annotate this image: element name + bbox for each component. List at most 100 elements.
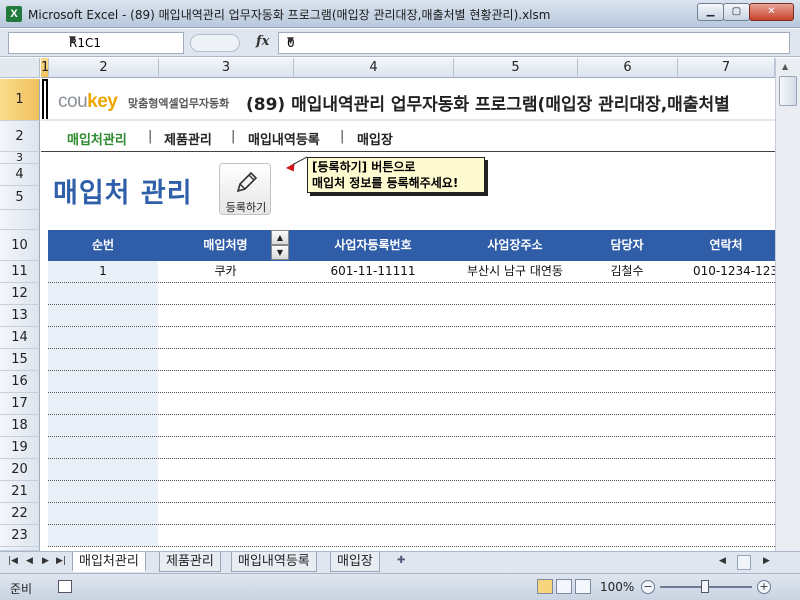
minimize-button[interactable]: ▁ bbox=[697, 3, 724, 21]
column-header[interactable]: 4 bbox=[294, 58, 454, 78]
column-header[interactable]: 3 bbox=[159, 58, 294, 78]
formula-input[interactable]: 0 ▼ bbox=[278, 32, 790, 54]
scroll-right-icon[interactable]: ▶ bbox=[763, 556, 770, 566]
column-header[interactable]: 2 bbox=[49, 58, 159, 78]
sheet-tab-bar: |◀ ◀ ▶ ▶| 매입처관리 제품관리 매입내역등록 매입장 ✚ ◀ ▶ bbox=[0, 551, 800, 573]
brand-tagline: 맞춤형엑셀업무자동화 bbox=[128, 97, 230, 110]
sheet-tab-vendor[interactable]: 매입처관리 bbox=[72, 552, 146, 572]
table-row[interactable] bbox=[48, 305, 775, 327]
select-all-corner[interactable] bbox=[0, 58, 40, 78]
close-button[interactable]: ✕ bbox=[749, 3, 794, 21]
comment-indicator-icon bbox=[285, 162, 299, 175]
row-header[interactable]: 22 bbox=[0, 503, 40, 525]
table-row[interactable] bbox=[48, 393, 775, 415]
prev-sheet-icon[interactable]: ◀ bbox=[26, 556, 33, 566]
zoom-out-icon[interactable]: − bbox=[641, 580, 655, 594]
normal-view-icon[interactable] bbox=[537, 579, 553, 594]
page-layout-view-icon[interactable] bbox=[556, 579, 572, 594]
scroll-thumb[interactable] bbox=[737, 555, 751, 570]
row-header[interactable]: 15 bbox=[0, 349, 40, 371]
row-header[interactable]: 14 bbox=[0, 327, 40, 349]
menu-item-ledger[interactable]: 매입장 bbox=[357, 129, 393, 148]
sheet-tab-purchase-entry[interactable]: 매입내역등록 bbox=[231, 552, 317, 572]
column-header[interactable]: 6 bbox=[578, 58, 678, 78]
row-header[interactable]: 10 bbox=[0, 230, 40, 261]
table-row[interactable] bbox=[48, 371, 775, 393]
menu-separator: | bbox=[148, 129, 153, 144]
table-row[interactable] bbox=[48, 415, 775, 437]
row-header[interactable]: 13 bbox=[0, 305, 40, 327]
macro-record-icon[interactable] bbox=[58, 580, 72, 593]
table-row[interactable] bbox=[48, 503, 775, 525]
row-header[interactable]: 12 bbox=[0, 283, 40, 305]
menu-item-product[interactable]: 제품관리 bbox=[164, 129, 212, 148]
row-header[interactable]: 3 bbox=[0, 151, 40, 164]
sort-spinner[interactable]: ▲ ▼ bbox=[271, 230, 289, 261]
comment-note: [등록하기] 버튼으로 매입처 정보를 등록해주세요! bbox=[307, 157, 485, 193]
column-header[interactable]: 5 bbox=[454, 58, 578, 78]
table-row[interactable] bbox=[48, 349, 775, 371]
formula-controls: fx bbox=[190, 32, 276, 54]
menu-separator: | bbox=[231, 129, 236, 144]
maximize-button[interactable]: ▢ bbox=[723, 3, 750, 21]
formula-expand-handle[interactable] bbox=[190, 34, 240, 52]
zoom-in-icon[interactable]: + bbox=[757, 580, 771, 594]
vertical-scrollbar[interactable]: ▲ bbox=[775, 58, 800, 551]
row-header[interactable]: 16 bbox=[0, 371, 40, 393]
row-header[interactable]: 19 bbox=[0, 437, 40, 459]
last-sheet-icon[interactable]: ▶| bbox=[56, 556, 66, 566]
cell-vendor: 쿠카 bbox=[214, 264, 237, 278]
worksheet[interactable]: coukey 맞춤형엑셀업무자동화 (89) 매입내역관리 업무자동화 프로그램… bbox=[41, 79, 775, 551]
scroll-left-icon[interactable]: ◀ bbox=[719, 556, 726, 566]
row-header[interactable]: 11 bbox=[0, 261, 40, 283]
menu-item-vendor[interactable]: 매입처관리 bbox=[67, 129, 127, 148]
register-button[interactable]: 등록하기 bbox=[219, 163, 271, 215]
scroll-thumb[interactable] bbox=[779, 76, 797, 106]
row-header[interactable]: 18 bbox=[0, 415, 40, 437]
spin-down-icon[interactable]: ▼ bbox=[271, 245, 289, 260]
cell-no: 1 bbox=[99, 264, 107, 278]
program-title: (89) 매입내역관리 업무자동화 프로그램(매입장 관리대장,매출처별 bbox=[246, 95, 730, 115]
scroll-up-icon[interactable]: ▲ bbox=[782, 62, 788, 71]
table-row[interactable] bbox=[48, 327, 775, 349]
new-sheet-icon[interactable]: ✚ bbox=[397, 555, 413, 569]
function-icon[interactable]: fx bbox=[256, 34, 269, 49]
page-break-view-icon[interactable] bbox=[575, 579, 591, 594]
first-sheet-icon[interactable]: |◀ bbox=[8, 556, 18, 566]
horizontal-scrollbar[interactable]: ◀ ▶ bbox=[715, 555, 775, 570]
row-header[interactable]: 5 bbox=[0, 186, 40, 210]
row-header[interactable]: 23 bbox=[0, 525, 40, 547]
spin-up-icon[interactable]: ▲ bbox=[271, 230, 289, 245]
table-header: 순번 매입처명 사업자등록번호 사업장주소 담당자 연락처 bbox=[48, 230, 775, 261]
table-row[interactable]: 1 쿠카 601-11-11111 부산시 남구 대연동 김철수 010-123… bbox=[48, 261, 775, 283]
table-row[interactable] bbox=[48, 437, 775, 459]
active-cell[interactable] bbox=[42, 79, 48, 121]
cell-bizno: 601-11-11111 bbox=[330, 264, 416, 278]
comment-connector bbox=[292, 156, 308, 165]
cell-contact: 010-1234-1234 bbox=[693, 264, 775, 278]
table-row[interactable] bbox=[48, 283, 775, 305]
column-header[interactable]: 1 bbox=[41, 58, 49, 78]
menu-item-purchase-entry[interactable]: 매입내역등록 bbox=[248, 129, 320, 148]
zoom-level[interactable]: 100% bbox=[600, 580, 634, 594]
name-box[interactable]: R1C1 ▼ bbox=[8, 32, 184, 54]
row-header[interactable]: 1 bbox=[0, 79, 40, 121]
row-header[interactable]: 17 bbox=[0, 393, 40, 415]
chevron-down-icon[interactable]: ▼ bbox=[69, 35, 179, 45]
table-row[interactable] bbox=[48, 459, 775, 481]
row-header[interactable] bbox=[0, 210, 40, 230]
row-header[interactable]: 2 bbox=[0, 121, 40, 152]
note-line-2: 매입처 정보를 등록해주세요! bbox=[312, 176, 459, 190]
column-header[interactable]: 7 bbox=[678, 58, 775, 78]
table-row[interactable] bbox=[48, 481, 775, 503]
sheet-tab-product[interactable]: 제품관리 bbox=[159, 552, 221, 572]
row-header[interactable]: 4 bbox=[0, 164, 40, 186]
cell-address: 부산시 남구 대연동 bbox=[467, 264, 563, 278]
row-header[interactable]: 21 bbox=[0, 481, 40, 503]
table-row[interactable] bbox=[48, 525, 775, 547]
next-sheet-icon[interactable]: ▶ bbox=[42, 556, 49, 566]
row-header[interactable]: 20 bbox=[0, 459, 40, 481]
chevron-down-icon[interactable]: ▼ bbox=[287, 36, 786, 46]
zoom-slider-thumb[interactable] bbox=[701, 580, 709, 593]
sheet-tab-ledger[interactable]: 매입장 bbox=[330, 552, 380, 572]
